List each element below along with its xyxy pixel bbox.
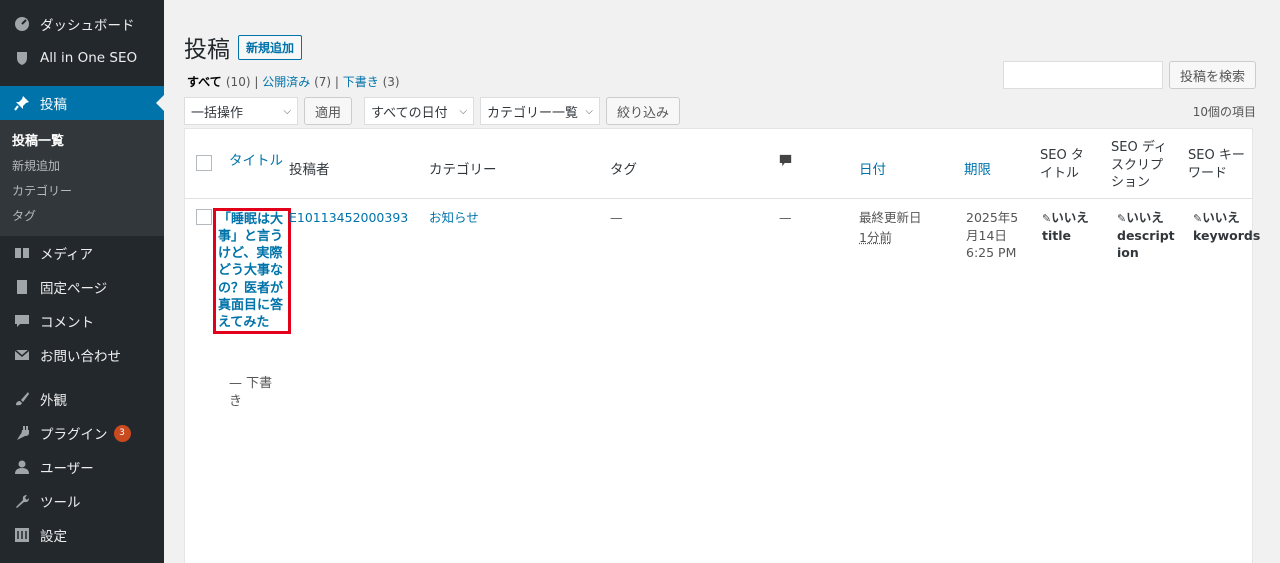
sidebar-item-contact[interactable]: お問い合わせ bbox=[0, 338, 164, 372]
apply-button[interactable]: 適用 bbox=[304, 97, 353, 125]
chevron-down-icon: ⌵ bbox=[585, 105, 594, 117]
chevron-down-icon: ⌵ bbox=[283, 105, 291, 117]
settings-icon bbox=[12, 525, 32, 545]
column-author: 投稿者 bbox=[289, 162, 330, 178]
submenu-categories[interactable]: カテゴリー bbox=[0, 178, 164, 203]
sidebar-item-label: お問い合わせ bbox=[40, 349, 121, 365]
sidebar-item-label: 外観 bbox=[40, 393, 67, 409]
filter-drafts[interactable]: 下書き (3) bbox=[343, 75, 400, 89]
mail-icon bbox=[12, 345, 32, 365]
sidebar-item-plugins[interactable]: プラグイン 3 bbox=[0, 416, 164, 450]
filter-button[interactable]: 絞り込み bbox=[606, 97, 681, 125]
sidebar-item-label: コメント bbox=[40, 315, 94, 331]
pencil-icon: ✎ bbox=[1117, 212, 1127, 225]
column-date[interactable]: 日付 bbox=[859, 158, 886, 178]
submenu-tags[interactable]: タグ bbox=[0, 203, 164, 228]
shield-icon bbox=[12, 48, 32, 68]
plugin-icon bbox=[12, 423, 32, 443]
comment-icon bbox=[12, 311, 32, 331]
post-author-link[interactable]: E10113452000393 bbox=[289, 209, 408, 227]
page-icon bbox=[12, 277, 32, 297]
seo-title-cell[interactable]: ✎いいえ title bbox=[1042, 209, 1102, 244]
post-state: — 下書き bbox=[229, 376, 273, 409]
post-deadline: 2025年5月14日 6:25 PM bbox=[966, 210, 1019, 260]
date-filter-select[interactable]: すべての日付 ⌵ bbox=[364, 97, 475, 125]
sidebar-item-dashboard[interactable]: ダッシュボード bbox=[0, 7, 164, 41]
sidebar-item-label: ユーザー bbox=[40, 461, 94, 477]
dashboard-icon bbox=[12, 14, 32, 34]
post-tags: — bbox=[610, 210, 623, 225]
pencil-icon: ✎ bbox=[1193, 212, 1203, 225]
table-header: タイトル 投稿者 カテゴリー タグ 日付 期限 SEO タイトル SEO ディス… bbox=[185, 129, 1252, 199]
media-icon bbox=[12, 243, 32, 263]
sidebar-item-label: ダッシュボード bbox=[40, 18, 135, 34]
admin-sidebar: ダッシュボード All in One SEO 投稿 投稿一覧 新規追加 カテゴリ… bbox=[0, 0, 164, 563]
search-input[interactable] bbox=[1002, 61, 1163, 89]
page-title: 投稿 bbox=[184, 37, 230, 63]
column-deadline[interactable]: 期限 bbox=[964, 158, 991, 178]
plugin-update-badge: 3 bbox=[113, 424, 131, 442]
sidebar-item-settings[interactable]: 設定 bbox=[0, 518, 164, 552]
wrench-icon bbox=[12, 491, 32, 511]
items-count: 10個の項目 bbox=[1192, 104, 1256, 119]
post-category-link[interactable]: お知らせ bbox=[429, 209, 479, 227]
post-date-status: 最終更新日 bbox=[859, 210, 922, 225]
pencil-icon: ✎ bbox=[1042, 212, 1052, 225]
filter-all[interactable]: すべて (10) bbox=[187, 75, 251, 89]
sidebar-item-label: All in One SEO bbox=[40, 50, 138, 66]
sidebar-item-aioseo[interactable]: All in One SEO bbox=[0, 41, 164, 75]
post-title-link[interactable]: 「睡眠は大事」と言うけど、実際どう大事なの？医者が真面目に答えてみた bbox=[213, 208, 291, 335]
sidebar-item-label: プラグイン bbox=[40, 427, 108, 443]
category-filter-select[interactable]: カテゴリー一覧 ⌵ bbox=[480, 97, 601, 125]
sidebar-item-label: 投稿 bbox=[40, 97, 67, 113]
sidebar-item-tools[interactable]: ツール bbox=[0, 484, 164, 518]
sidebar-item-comments[interactable]: コメント bbox=[0, 304, 164, 338]
page-header: 投稿 新規追加 bbox=[184, 30, 303, 64]
chevron-down-icon: ⌵ bbox=[459, 105, 468, 117]
column-seo-description: SEO ディスクリプション bbox=[1111, 140, 1167, 191]
column-comments[interactable] bbox=[779, 154, 792, 171]
column-seo-keywords: SEO キーワード bbox=[1188, 148, 1245, 181]
add-new-post-button[interactable]: 新規追加 bbox=[238, 34, 303, 60]
sidebar-item-users[interactable]: ユーザー bbox=[0, 450, 164, 484]
seo-description-cell[interactable]: ✎いいえ description bbox=[1117, 209, 1175, 283]
bulk-action-select[interactable]: 一括操作 ⌵ bbox=[184, 97, 298, 125]
brush-icon bbox=[12, 389, 32, 409]
sidebar-item-label: 固定ページ bbox=[40, 281, 108, 297]
comment-icon bbox=[779, 154, 792, 167]
pin-icon bbox=[12, 93, 32, 113]
posts-table: タイトル 投稿者 カテゴリー タグ 日付 期限 SEO タイトル SEO ディス… bbox=[184, 128, 1260, 563]
sidebar-item-label: メディア bbox=[40, 247, 94, 263]
sidebar-item-appearance[interactable]: 外観 bbox=[0, 382, 164, 416]
post-status-filters: すべて (10) | 公開済み (7) | 下書き (3) bbox=[187, 75, 400, 89]
column-title[interactable]: タイトル bbox=[229, 149, 283, 169]
post-search-box: 投稿を検索 bbox=[1002, 61, 1256, 89]
tablenav-top: 一括操作 ⌵ 適用 すべての日付 ⌵ カテゴリー一覧 ⌵ 絞り込み 10個の項目 bbox=[184, 97, 1256, 125]
sidebar-item-pages[interactable]: 固定ページ bbox=[0, 270, 164, 304]
posts-submenu: 投稿一覧 新規追加 カテゴリー タグ bbox=[0, 120, 164, 236]
column-category: カテゴリー bbox=[429, 162, 497, 178]
post-date-relative: 1分前 bbox=[859, 230, 892, 245]
sidebar-item-label: ツール bbox=[40, 495, 81, 511]
filter-published[interactable]: 公開済み (7) bbox=[262, 75, 331, 89]
column-tag: タグ bbox=[610, 162, 637, 178]
seo-keywords-cell[interactable]: ✎いいえ keywords bbox=[1193, 209, 1260, 244]
row-checkbox[interactable] bbox=[196, 209, 212, 225]
sidebar-item-label: 設定 bbox=[40, 529, 67, 545]
select-all-checkbox[interactable] bbox=[196, 155, 212, 171]
column-seo-title: SEO タイトル bbox=[1040, 148, 1084, 181]
post-comment-count: — bbox=[779, 210, 792, 225]
submenu-add-new[interactable]: 新規追加 bbox=[0, 153, 164, 178]
search-posts-button[interactable]: 投稿を検索 bbox=[1168, 61, 1256, 89]
submenu-all-posts[interactable]: 投稿一覧 bbox=[0, 126, 164, 153]
sidebar-item-posts[interactable]: 投稿 bbox=[0, 86, 164, 120]
user-icon bbox=[12, 457, 32, 477]
sidebar-item-media[interactable]: メディア bbox=[0, 236, 164, 270]
